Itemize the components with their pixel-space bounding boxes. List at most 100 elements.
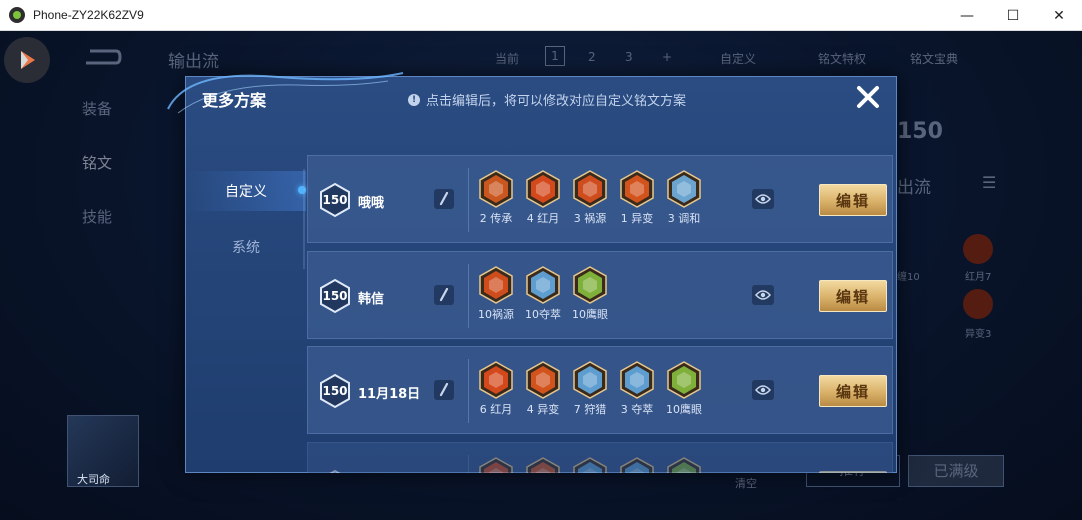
android-app-icon — [9, 7, 25, 23]
plan-name: 哦哦 — [358, 196, 385, 211]
rune-item[interactable]: 10夺萃 — [519, 266, 567, 322]
rune-label: 10夺萃 — [525, 308, 561, 321]
bg-nav-runes: 铭文 — [82, 154, 113, 172]
bg-privilege-label: 铭文特权 — [818, 52, 867, 66]
bg-current-label: 当前 — [495, 52, 520, 66]
dialog-hint: ! 点击编辑后，将可以修改对应自定义铭文方案 — [408, 90, 686, 109]
rename-button[interactable] — [434, 285, 454, 305]
plan-row: 150 11月18日 6 红月 4 异变 7 狩猎 3 夺萃 10鹰眼 编辑 — [307, 346, 893, 434]
preview-button[interactable] — [752, 189, 774, 209]
rune-label: 10鹰眼 — [666, 403, 702, 416]
rune-item[interactable] — [613, 457, 661, 473]
bg-custom-label: 自定义 — [720, 52, 757, 66]
rune-item[interactable]: 10祸源 — [472, 266, 520, 322]
dialog-close-button[interactable] — [852, 81, 884, 113]
level-value: 150 — [322, 289, 348, 303]
bg-clear-label: 清空 — [735, 477, 757, 490]
rune-gem-icon — [620, 361, 654, 399]
back-arrow-icon[interactable] — [82, 47, 122, 67]
plan-list[interactable]: 150 哦哦 2 传承 4 红月 3 祸源 1 异变 3 调和 编辑 150 韩信 10祸源 10夺萃… — [307, 155, 893, 473]
bg-page-add: + — [662, 50, 673, 64]
rename-button[interactable] — [434, 380, 454, 400]
row-divider — [468, 264, 469, 328]
more-plans-dialog: 更多方案 ! 点击编辑后，将可以修改对应自定义铭文方案 自定义 系统 150 哦哦… — [167, 72, 897, 473]
rune-item[interactable] — [519, 457, 567, 473]
dialog-header: 更多方案 ! 点击编辑后，将可以修改对应自定义铭文方案 — [167, 72, 896, 125]
dialog-hint-text: 点击编辑后，将可以修改对应自定义铭文方案 — [426, 94, 687, 109]
rune-gem-icon — [479, 457, 513, 473]
row-divider — [468, 455, 469, 473]
floating-assistant-button[interactable] — [4, 37, 50, 83]
window-titlebar: Phone-ZY22K62ZV9 — ☐ ✕ — [0, 0, 1082, 31]
rune-item[interactable]: 2 传承 — [472, 170, 520, 226]
level-value: 150 — [322, 384, 348, 398]
edit-button[interactable]: 编辑 — [819, 375, 887, 407]
close-window-button[interactable]: ✕ — [1036, 0, 1082, 31]
rune-label: 4 异变 — [526, 403, 560, 416]
plan-row: 150小柱子编辑 — [307, 442, 893, 473]
bg-guide-label: 铭文宝典 — [910, 52, 959, 66]
tab-custom[interactable]: 自定义 — [186, 171, 306, 211]
bg-menu-icon: ☰ — [982, 173, 997, 192]
game-screen: 输出流 装备 铭文 技能 当前 1 2 3 + 自定义 铭文特权 铭文宝典 15… — [0, 31, 1082, 520]
level-value: 150 — [318, 469, 352, 473]
edit-button[interactable]: 编辑 — [819, 280, 887, 312]
rune-item[interactable] — [660, 457, 708, 473]
rune-label: 4 红月 — [526, 212, 560, 225]
rune-gem-icon — [526, 170, 560, 208]
rune-item[interactable]: 4 红月 — [519, 170, 567, 226]
rune-gem-icon — [667, 170, 701, 208]
edit-button[interactable]: 编辑 — [819, 471, 887, 473]
rune-item[interactable]: 3 夺萃 — [613, 361, 661, 417]
bg-page-3: 3 — [625, 50, 633, 64]
bg-rune-red-icon-2 — [963, 289, 993, 319]
rune-item[interactable]: 10鹰眼 — [660, 361, 708, 417]
plan-name: 11月18日 — [358, 387, 421, 402]
play-logo-icon — [21, 51, 35, 69]
bg-nav-skills: 技能 — [82, 208, 113, 226]
rune-label: 3 祸源 — [573, 212, 607, 225]
bg-rune-red-icon — [963, 234, 993, 264]
rune-item[interactable]: 10鹰眼 — [566, 266, 614, 322]
maximize-button[interactable]: ☐ — [990, 0, 1036, 31]
bg-rune-3: 异变3 — [965, 329, 992, 340]
rune-item[interactable]: 6 红月 — [472, 361, 520, 417]
rune-gem-icon — [573, 361, 607, 399]
rune-label: 6 红月 — [479, 403, 513, 416]
rune-label: 10祸源 — [478, 308, 514, 321]
tab-system[interactable]: 系统 — [186, 227, 306, 267]
rune-item[interactable] — [566, 457, 614, 473]
rune-gem-icon — [573, 457, 607, 473]
level-badge: 150 — [318, 278, 352, 314]
edit-button[interactable]: 编辑 — [819, 184, 887, 216]
header-swoosh-decoration — [167, 72, 404, 114]
rune-gem-icon — [620, 457, 654, 473]
rune-item[interactable]: 4 异变 — [519, 361, 567, 417]
tab-custom-label: 自定义 — [225, 184, 267, 200]
minimize-button[interactable]: — — [944, 0, 990, 31]
close-x-icon — [857, 86, 879, 108]
hero-name: 大司命 — [77, 473, 110, 486]
rune-label: 3 夺萃 — [620, 403, 654, 416]
bg-maxlevel-button: 已满级 — [908, 455, 1004, 487]
rune-gem-icon — [573, 170, 607, 208]
rune-item[interactable]: 3 调和 — [660, 170, 708, 226]
rune-label: 2 传承 — [479, 212, 513, 225]
preview-button[interactable] — [752, 285, 774, 305]
bg-rune-1: 缠10 — [897, 272, 920, 283]
level-badge: 150 — [318, 469, 352, 473]
rune-gem-icon — [667, 361, 701, 399]
level-badge: 150 — [318, 182, 352, 218]
rune-gem-icon — [526, 266, 560, 304]
rune-item[interactable]: 3 祸源 — [566, 170, 614, 226]
side-divider — [303, 169, 305, 269]
preview-button[interactable] — [752, 380, 774, 400]
rune-item[interactable]: 7 狩猎 — [566, 361, 614, 417]
rune-item[interactable]: 1 异变 — [613, 170, 661, 226]
rename-button[interactable] — [434, 189, 454, 209]
tab-system-label: 系统 — [232, 240, 260, 256]
bg-page-1: 1 — [545, 46, 565, 66]
rune-gem-icon — [526, 361, 560, 399]
rune-item[interactable] — [472, 457, 520, 473]
bg-right-title: 出流 — [897, 178, 931, 198]
